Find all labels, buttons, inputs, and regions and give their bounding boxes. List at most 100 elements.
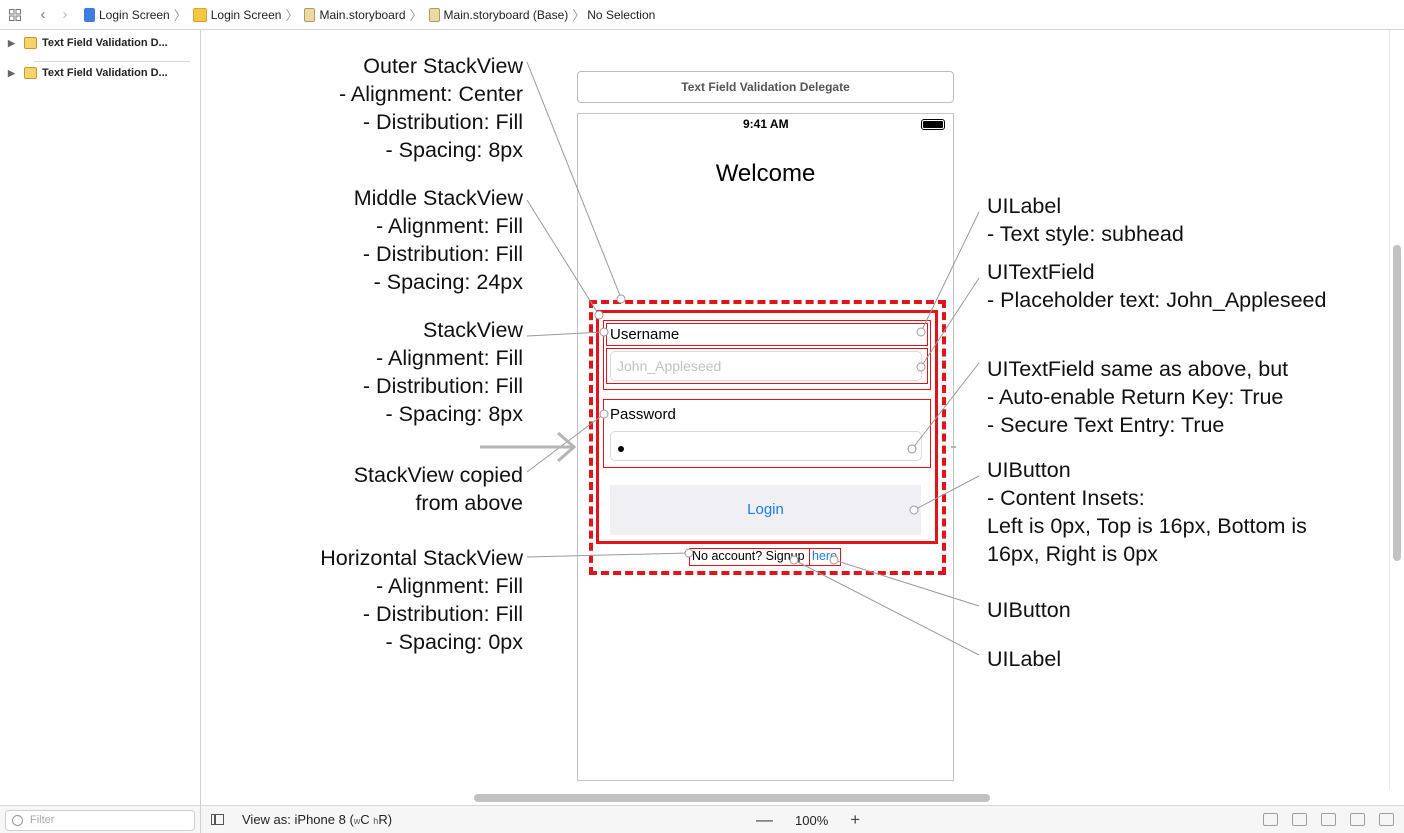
breadcrumb-selection[interactable]: No Selection — [587, 0, 655, 30]
breadcrumb-label: Login Screen — [99, 7, 170, 22]
outline-item-scene[interactable]: ▶ Text Field Validation D... — [0, 30, 200, 56]
annotation-line: UIButton — [987, 598, 1071, 622]
filter-placeholder: Filter — [30, 814, 55, 826]
welcome-label[interactable]: Welcome — [577, 160, 954, 188]
storyboard-icon — [304, 7, 316, 22]
layout-tools — [1263, 813, 1394, 826]
annotation-line: - Alignment: Fill — [376, 214, 523, 238]
annotation-stackview-copied: StackView copied from above — [354, 461, 523, 517]
annotation-middle-stackview: Middle StackView - Alignment: Fill - Dis… — [354, 184, 523, 296]
filter-bar: Filter — [0, 805, 200, 833]
embed-in-stack-icon[interactable] — [1292, 813, 1307, 826]
align-icon[interactable] — [1321, 813, 1336, 826]
annotation-line: - Secure Text Entry: True — [987, 413, 1225, 437]
annotation-line: UIButton — [987, 458, 1071, 482]
xcode-window: ‹ › Login Screen 〉 Login Screen 〉 Main.s… — [0, 0, 1404, 833]
annotation-line: - Distribution: Fill — [362, 242, 523, 266]
breadcrumb-label: No Selection — [587, 7, 656, 22]
annotation-line: - Distribution: Fill — [362, 374, 523, 398]
disclosure-triangle-icon[interactable]: ▶ — [8, 38, 20, 49]
chevron-right-icon: 〉 — [285, 8, 299, 23]
zoom-level: 100% — [795, 812, 829, 828]
forward-icon[interactable]: › — [54, 4, 76, 26]
annotation-line: UILabel — [987, 194, 1062, 218]
annotation-line: - Spacing: 8px — [385, 138, 523, 162]
annotation-outer-stackview: Outer StackView - Alignment: Center - Di… — [339, 52, 523, 164]
annotation-uitextfield: UITextField - Placeholder text: John_App… — [987, 258, 1326, 314]
folder-icon — [192, 7, 207, 22]
login-button[interactable]: Login — [610, 485, 921, 535]
breadcrumb-folder[interactable]: Login Screen — [189, 0, 282, 30]
annotation-line: - Distribution: Fill — [362, 110, 523, 134]
zoom-control: — 100% + — [756, 810, 860, 830]
view-as-label: View as: iPhone 8 ( — [242, 812, 354, 827]
annotation-line: UITextField — [987, 260, 1095, 284]
related-items-icon[interactable] — [4, 4, 26, 26]
storyboard-icon — [428, 7, 440, 22]
here-button[interactable]: here — [812, 549, 837, 563]
resolve-issues-icon[interactable] — [1379, 813, 1394, 826]
annotation-line: Middle StackView — [353, 186, 523, 210]
breadcrumb-storyboard-base[interactable]: Main.storyboard (Base) — [425, 0, 569, 30]
annotation-line: - Alignment: Fill — [376, 346, 523, 370]
add-constraints-icon[interactable] — [1350, 813, 1365, 826]
breadcrumb-label: Main.storyboard (Base) — [443, 7, 569, 22]
username-label[interactable]: Username — [610, 326, 679, 343]
horizontal-scrollbar[interactable] — [474, 794, 990, 802]
breadcrumb-storyboard[interactable]: Main.storyboard — [300, 0, 406, 30]
zoom-in-button[interactable]: + — [850, 810, 860, 830]
annotation-line: 16px, Right is 0px — [987, 542, 1158, 566]
breadcrumb-project[interactable]: Login Screen — [80, 0, 170, 30]
annotation-uilabel-subhead: UILabel - Text style: subhead — [987, 192, 1184, 248]
outline-item-label: Text Field Validation D... — [42, 67, 168, 79]
scroll-track — [1389, 30, 1390, 790]
annotation-line: StackView — [423, 318, 523, 342]
document-outline: ▶ Text Field Validation D... ▶ Text Fiel… — [0, 30, 201, 833]
annotation-line: - Spacing: 0px — [385, 630, 523, 654]
annotation-line: - Distribution: Fill — [362, 602, 523, 626]
username-placeholder: John_Appleseed — [617, 358, 722, 374]
breadcrumb-label: Main.storyboard — [319, 7, 406, 22]
annotation-line: - Spacing: 8px — [385, 402, 523, 426]
outline-item-scene[interactable]: ▶ Text Field Validation D... — [0, 60, 200, 86]
size-class-c: C — [360, 812, 370, 827]
annotation-line: from above — [415, 491, 523, 515]
filter-input[interactable]: Filter — [5, 810, 195, 831]
battery-icon — [921, 119, 945, 130]
annotation-horizontal-stackview: Horizontal StackView - Alignment: Fill -… — [320, 544, 523, 656]
annotation-line: UILabel — [987, 647, 1062, 671]
annotation-uilabel-noaccount: UILabel — [987, 645, 1061, 673]
breadcrumb-label: Login Screen — [210, 7, 282, 22]
size-class-r: R) — [378, 812, 393, 827]
password-text-field[interactable] — [610, 431, 922, 461]
no-account-label[interactable]: No account? Signup — [692, 549, 805, 563]
filter-icon — [12, 815, 23, 826]
annotation-line: UITextField same as above, but — [987, 357, 1289, 381]
view-as-device-button[interactable]: View as: iPhone 8 (wC hR) — [242, 812, 392, 827]
toggle-outline-icon[interactable] — [211, 814, 224, 825]
annotation-line: - Alignment: Fill — [376, 574, 523, 598]
canvas-bottom-bar: View as: iPhone 8 (wC hR) — 100% + — [201, 805, 1404, 833]
disclosure-triangle-icon[interactable]: ▶ — [8, 68, 20, 79]
annotation-line: - Placeholder text: John_Appleseed — [987, 288, 1327, 312]
back-icon[interactable]: ‹ — [32, 4, 54, 26]
vertical-scrollbar[interactable] — [1393, 245, 1401, 561]
scene-icon — [24, 37, 37, 49]
scene-title-bar[interactable]: Text Field Validation Delegate — [577, 71, 954, 103]
annotation-line: Outer StackView — [363, 54, 523, 78]
annotation-uitextfield-secure: UITextField same as above, but - Auto-en… — [987, 355, 1288, 439]
chevron-right-icon: 〉 — [173, 8, 187, 23]
annotation-line: StackView copied — [353, 463, 523, 487]
annotation-stackview: StackView - Alignment: Fill - Distributi… — [363, 316, 523, 428]
annotation-line: - Text style: subhead — [987, 222, 1184, 246]
annotation-uibutton-here: UIButton — [987, 596, 1071, 624]
secure-text-dot — [618, 446, 624, 452]
annotation-line: Horizontal StackView — [320, 546, 523, 570]
status-bar-time: 9:41 AM — [743, 117, 789, 131]
password-label[interactable]: Password — [610, 406, 676, 423]
annotation-uibutton-login: UIButton - Content Insets: Left is 0px, … — [987, 456, 1307, 568]
update-frames-icon[interactable] — [1263, 813, 1278, 826]
project-icon — [84, 7, 95, 22]
annotation-line: - Content Insets: — [987, 486, 1145, 510]
zoom-out-button[interactable]: — — [756, 810, 773, 830]
